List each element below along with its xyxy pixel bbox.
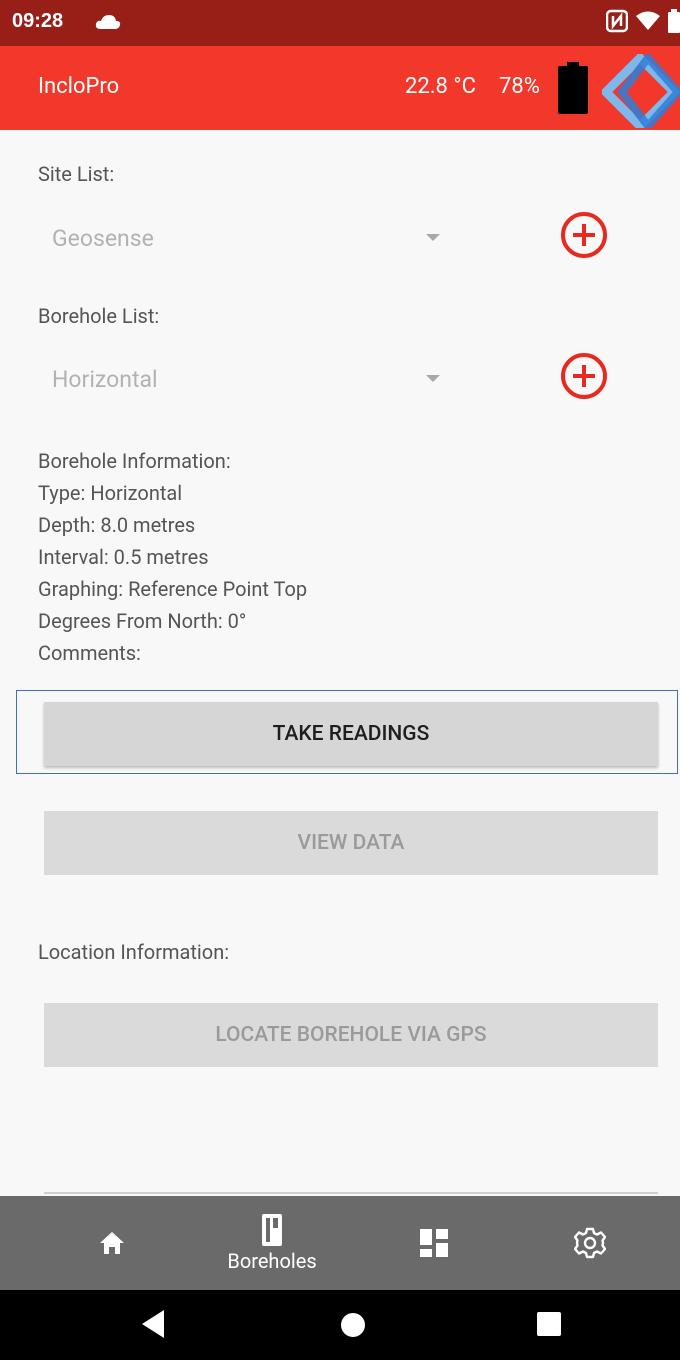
status-bar: 09:28 — [0, 0, 680, 46]
borehole-information: Borehole Information: Type: Horizontal D… — [38, 445, 307, 669]
locate-gps-button[interactable]: LOCATE BOREHOLE VIA GPS — [44, 1003, 658, 1067]
dropdown-arrow-icon — [426, 234, 440, 241]
gear-icon — [574, 1227, 606, 1259]
nfc-icon — [606, 9, 628, 33]
nav-settings[interactable] — [548, 1196, 632, 1290]
battery-icon — [558, 62, 588, 114]
location-information-label: Location Information: — [38, 940, 230, 964]
site-dropdown-value: Geosense — [52, 225, 154, 252]
info-graphing: Graphing: Reference Point Top — [38, 577, 308, 601]
logo-icon — [602, 54, 680, 128]
home-icon — [100, 1232, 124, 1254]
battery-status-icon — [668, 9, 680, 33]
recents-icon[interactable] — [536, 1311, 562, 1337]
add-site-button[interactable] — [558, 209, 610, 261]
take-readings-button[interactable]: TAKE READINGS — [44, 702, 658, 766]
status-time: 09:28 — [12, 10, 64, 32]
borehole-list-label: Borehole List: — [38, 304, 160, 328]
dropdown-arrow-icon — [426, 375, 440, 382]
info-type: Type: Horizontal — [38, 481, 183, 505]
back-icon[interactable] — [140, 1309, 166, 1339]
app-bar: IncloPro 22.8 °C 78% — [0, 46, 680, 130]
info-comments: Comments: — [38, 641, 141, 665]
borehole-dropdown-value: Horizontal — [52, 366, 158, 393]
scroll-edge-divider — [44, 1192, 658, 1194]
nav-boreholes-label: Boreholes — [227, 1249, 317, 1273]
temperature-readout: 22.8 °C — [405, 74, 476, 99]
info-depth: Depth: 8.0 metres — [38, 513, 196, 537]
battery-percent: 78% — [499, 74, 540, 99]
site-dropdown[interactable]: Geosense — [38, 217, 446, 257]
nav-home[interactable] — [70, 1196, 154, 1290]
site-list-label: Site List: — [38, 162, 115, 186]
info-interval: Interval: 0.5 metres — [38, 545, 209, 569]
add-borehole-button[interactable] — [558, 350, 610, 402]
borehole-icon — [262, 1214, 282, 1246]
nav-boreholes[interactable]: Boreholes — [212, 1196, 332, 1290]
dashboard-icon — [420, 1229, 448, 1257]
info-heading: Borehole Information: — [38, 449, 231, 473]
wifi-icon — [636, 11, 660, 30]
app-title: IncloPro — [38, 74, 120, 99]
bottom-navigation: Boreholes — [0, 1196, 680, 1290]
info-degrees: Degrees From North: 0° — [38, 609, 247, 633]
system-navigation-bar — [0, 1290, 680, 1360]
borehole-dropdown[interactable]: Horizontal — [38, 358, 446, 398]
view-data-button[interactable]: VIEW DATA — [44, 811, 658, 875]
nav-dashboard[interactable] — [392, 1196, 476, 1290]
cloud-icon — [95, 15, 121, 29]
home-circle-icon[interactable] — [340, 1312, 366, 1338]
